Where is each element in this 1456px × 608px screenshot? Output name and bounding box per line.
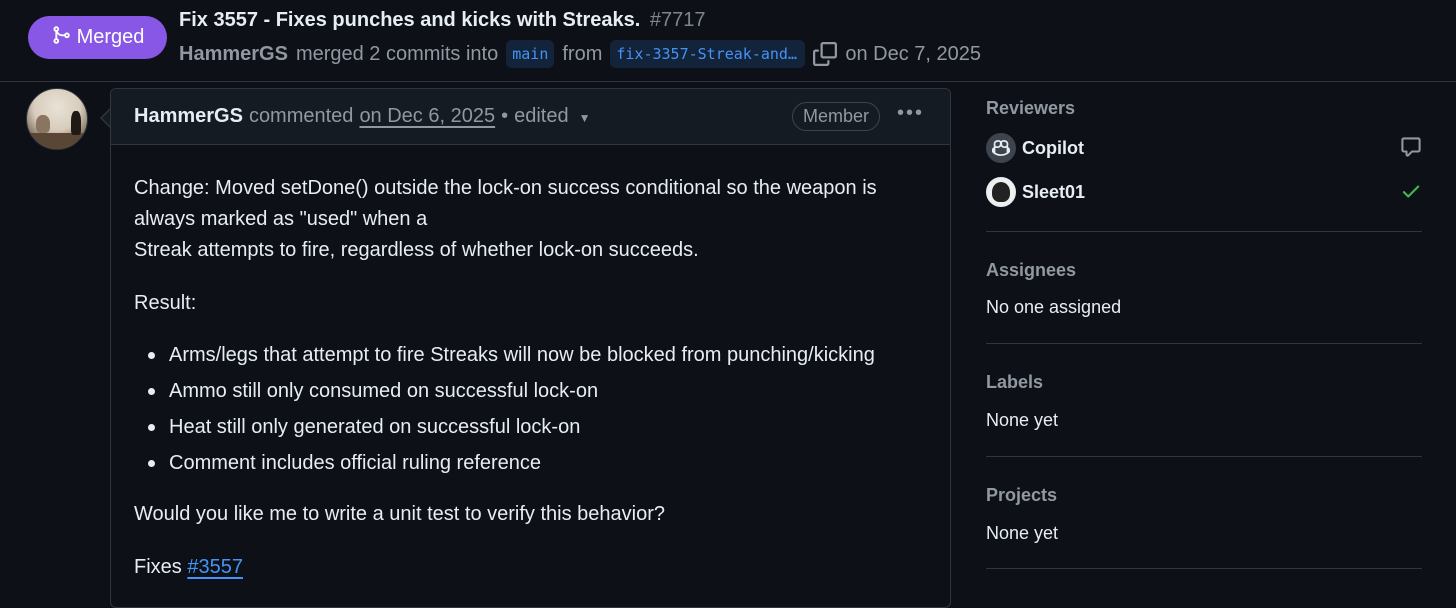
separator-dot: • — [501, 105, 509, 127]
reviewer-name: Copilot — [1022, 137, 1084, 158]
copy-icon[interactable] — [813, 42, 838, 66]
list-item: Heat still only generated on successful … — [148, 409, 927, 445]
copilot-icon — [986, 133, 1016, 163]
avatar-cat-right — [71, 111, 81, 135]
git-merge-icon — [51, 25, 71, 51]
pr-number: #7717 — [649, 9, 706, 31]
avatar-face — [992, 182, 1010, 202]
kebab-menu-icon[interactable]: ••• — [897, 102, 924, 125]
change-line-2: always marked as "used" when a — [134, 208, 428, 230]
caret-down-icon: ▼ — [578, 111, 591, 125]
reviewers-section: Reviewers Copilot Sleet01 — [986, 88, 1422, 232]
projects-value: None yet — [986, 523, 1059, 543]
check-icon — [1400, 180, 1422, 207]
comment-date-link[interactable]: on Dec 6, 2025 — [359, 105, 495, 128]
list-item: Arms/legs that attempt to fire Streaks w… — [148, 337, 927, 373]
assignees-section: Assignees No one assigned — [986, 232, 1422, 344]
result-list: Arms/legs that attempt to fire Streaks w… — [148, 337, 927, 481]
projects-heading[interactable]: Projects — [986, 485, 1057, 506]
fixes-issue-link[interactable]: #3557 — [187, 556, 243, 578]
fixes-label: Fixes — [134, 556, 182, 578]
pr-author-link[interactable]: HammerGS — [179, 43, 288, 66]
change-paragraph: Change: Moved setDone() outside the lock… — [134, 173, 927, 266]
change-line-3: Streak attempts to fire, regardless of w… — [134, 239, 699, 261]
edited-dropdown[interactable]: edited ▼ — [514, 105, 590, 128]
comment-box: HammerGS commented on Dec 6, 2025 • edit… — [110, 88, 951, 608]
labels-value: None yet — [986, 410, 1059, 430]
avatar-cat-left — [36, 115, 50, 133]
labels-heading[interactable]: Labels — [986, 372, 1043, 393]
result-label: Result: — [134, 292, 197, 314]
comment-header: HammerGS commented on Dec 6, 2025 • edit… — [111, 89, 950, 145]
change-line-1: Change: Moved setDone() outside the lock… — [134, 177, 877, 199]
pr-header: Merged Fix 3557 - Fixes punches and kick… — [0, 0, 1456, 82]
merged-status-badge: Merged — [28, 16, 167, 59]
comment-action: commented — [248, 105, 354, 127]
pr-title-text: Fix 3557 - Fixes punches and kicks with … — [179, 9, 641, 31]
from-text: from — [562, 42, 603, 65]
reviewer-avatar — [986, 177, 1016, 207]
comment-author-link[interactable]: HammerGS — [134, 105, 243, 128]
comment-icon — [1400, 136, 1422, 163]
assignees-value: No one assigned — [986, 297, 1122, 317]
question-paragraph: Would you like me to write a unit test t… — [134, 503, 665, 525]
reviewer-name: Sleet01 — [1022, 181, 1086, 202]
merged-label: Merged — [76, 26, 145, 48]
member-role-badge: Member — [792, 102, 881, 131]
merged-date: on Dec 7, 2025 — [845, 42, 982, 65]
assignees-heading[interactable]: Assignees — [986, 260, 1076, 281]
pr-merge-info: HammerGS merged 2 commits into main from… — [179, 39, 981, 69]
edited-label: edited — [514, 105, 569, 127]
list-item: Ammo still only consumed on successful l… — [148, 373, 927, 409]
reviewer-sleet01[interactable]: Sleet01 — [986, 177, 1085, 207]
head-branch[interactable]: fix-3357-Streak-and-Physical-Attacks — [610, 40, 806, 68]
comment-body: Change: Moved setDone() outside the lock… — [111, 145, 950, 583]
projects-section: Projects None yet — [986, 457, 1422, 569]
fixes-paragraph: Fixes #3557 — [134, 552, 927, 583]
labels-section: Labels None yet — [986, 344, 1422, 457]
sidebar: Reviewers Copilot Sleet01 Assignees No o… — [986, 88, 1422, 569]
base-branch[interactable]: main — [506, 40, 555, 68]
list-item: Comment includes official ruling referen… — [148, 445, 927, 481]
reviewers-heading[interactable]: Reviewers — [986, 98, 1075, 119]
avatar-floor — [27, 133, 87, 149]
reviewer-copilot[interactable]: Copilot — [986, 133, 1084, 163]
pr-title: Fix 3557 - Fixes punches and kicks with … — [179, 9, 706, 32]
merged-text: merged 2 commits into — [295, 42, 499, 65]
comment-author-avatar[interactable] — [26, 88, 88, 150]
